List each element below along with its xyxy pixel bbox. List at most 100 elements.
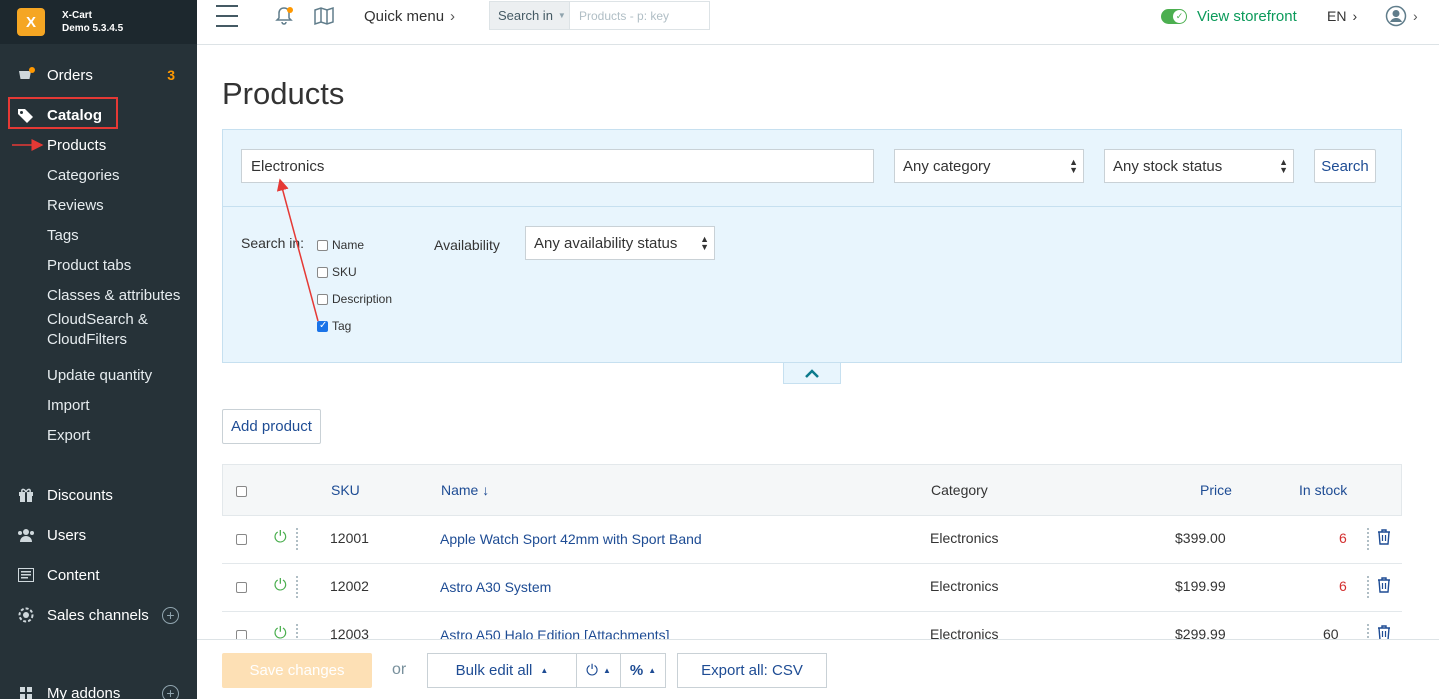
name-checkbox[interactable]	[317, 239, 328, 251]
sidebar-item-update-quantity[interactable]: Update quantity	[0, 360, 197, 390]
collapse-filters-button[interactable]	[783, 363, 841, 384]
users-icon	[16, 525, 36, 545]
bulk-power-button[interactable]: ⏻ ▲	[576, 653, 621, 688]
bottom-action-bar: Save changes or Bulk edit all ▲ ⏻ ▲ % ▲ …	[197, 639, 1439, 699]
row-checkbox[interactable]	[236, 534, 247, 545]
caret-up-icon: ▲	[648, 666, 657, 675]
search-input[interactable]: Products - p: key	[570, 1, 710, 30]
gift-icon	[16, 485, 36, 505]
stock-select-value: Any stock status	[1113, 157, 1223, 175]
search-in-dropdown[interactable]: Search in ▼	[489, 1, 570, 30]
row-actions-dots-icon[interactable]	[1367, 528, 1370, 550]
quick-menu-label: Quick menu	[364, 7, 445, 25]
name-column-header[interactable]: Name ↓	[441, 482, 489, 498]
row-stock[interactable]: 6	[1339, 578, 1347, 594]
checkbox-label: Tag	[332, 319, 352, 333]
sidebar-item-catalog[interactable]: Catalog	[0, 100, 197, 130]
stock-column-header[interactable]: In stock	[1299, 482, 1347, 498]
sidebar-item-products[interactable]: Products	[0, 130, 197, 160]
sidebar-item-product-tabs[interactable]: Product tabs	[0, 250, 197, 280]
toggle-switch[interactable]	[1161, 8, 1187, 24]
sidebar-item-import[interactable]: Import	[0, 390, 197, 420]
sidebar-item-categories[interactable]: Categories	[0, 160, 197, 190]
user-account-menu[interactable]: ›	[1385, 0, 1418, 32]
trash-icon[interactable]	[1377, 577, 1391, 598]
search-in-sku-option[interactable]: SKU	[317, 265, 357, 279]
sidebar-item-discounts[interactable]: Discounts	[0, 480, 197, 510]
language-selector[interactable]: EN ›	[1327, 0, 1357, 32]
sidebar-item-users[interactable]: Users	[0, 520, 197, 550]
row-stock[interactable]: 6	[1339, 530, 1347, 546]
brand-version: Demo 5.3.4.5	[62, 23, 124, 34]
sidebar-item-tags[interactable]: Tags	[0, 220, 197, 250]
power-toggle-icon[interactable]: ⏻	[274, 577, 287, 595]
search-in-name-option[interactable]: Name	[317, 238, 364, 252]
sidebar-item-export[interactable]: Export	[0, 420, 197, 450]
chevron-right-icon: ›	[1352, 8, 1358, 24]
sku-column-header[interactable]: SKU	[331, 482, 360, 498]
table-header: SKU Name ↓ Category Price In stock	[222, 464, 1402, 516]
main-content: Products Electronics Any category ▲ ▼ Any…	[197, 45, 1439, 699]
quick-menu-button[interactable]: Quick menu ›	[364, 0, 455, 32]
caret-up-icon: ▲	[602, 666, 611, 675]
percent-icon: %	[629, 662, 644, 679]
sidebar-item-label: Users	[47, 526, 87, 544]
save-changes-button[interactable]: Save changes	[222, 653, 372, 688]
view-storefront-link[interactable]: View storefront	[1197, 8, 1297, 25]
export-csv-button[interactable]: Export all: CSV	[677, 653, 827, 688]
sku-checkbox[interactable]	[317, 266, 328, 278]
bell-icon[interactable]	[274, 0, 294, 32]
language-label: EN	[1327, 8, 1347, 24]
select-all-checkbox[interactable]	[236, 486, 247, 497]
power-toggle-icon[interactable]: ⏻	[274, 529, 287, 547]
expand-plus-icon[interactable]: +	[162, 606, 179, 624]
category-column-header: Category	[931, 482, 988, 498]
checkbox-label: Description	[332, 292, 393, 306]
sidebar-item-label: Import	[47, 396, 90, 414]
row-price[interactable]: $199.99	[1175, 578, 1226, 594]
row-product-name[interactable]: Astro A30 System	[440, 579, 551, 595]
search-in-description-option[interactable]: Description	[317, 292, 392, 306]
filter-divider	[223, 206, 1401, 207]
brand[interactable]: X X-Cart Demo 5.3.4.5	[0, 0, 197, 44]
hamburger-menu-icon[interactable]	[216, 0, 238, 32]
trash-icon[interactable]	[1377, 529, 1391, 550]
row-price[interactable]: $399.00	[1175, 530, 1226, 546]
storefront-toggle[interactable]: View storefront	[1161, 0, 1297, 32]
sidebar-item-cloudsearch[interactable]: CloudSearch & CloudFilters	[0, 310, 197, 350]
drag-handle-icon[interactable]	[296, 528, 299, 550]
table-row: ⏻ 12001 Apple Watch Sport 42mm with Spor…	[222, 516, 1402, 564]
bulk-discount-button[interactable]: % ▲	[620, 653, 666, 688]
category-select[interactable]: Any category ▲ ▼	[894, 149, 1084, 183]
keyword-search-input[interactable]: Electronics	[241, 149, 874, 183]
search-button[interactable]: Search	[1314, 149, 1376, 183]
expand-plus-icon[interactable]: +	[162, 684, 179, 699]
row-product-name[interactable]: Apple Watch Sport 42mm with Sport Band	[440, 531, 702, 547]
price-column-header[interactable]: Price	[1200, 482, 1232, 498]
drag-handle-icon[interactable]	[296, 576, 299, 598]
store-map-icon[interactable]	[313, 0, 335, 32]
search-in-tag-option[interactable]: Tag	[317, 319, 351, 333]
row-sku: 12001	[330, 530, 369, 546]
availability-select[interactable]: Any availability status ▲ ▼	[525, 226, 715, 260]
sidebar-item-sales-channels[interactable]: Sales channels +	[0, 600, 197, 630]
sidebar-item-content[interactable]: Content	[0, 560, 197, 590]
sidebar-item-orders[interactable]: Orders 3	[0, 60, 197, 90]
sidebar-item-label: Content	[47, 566, 100, 584]
stock-status-select[interactable]: Any stock status ▲ ▼	[1104, 149, 1294, 183]
chevron-up-icon	[805, 368, 819, 378]
bulk-edit-button[interactable]: Bulk edit all ▲	[427, 653, 577, 688]
sidebar-item-my-addons[interactable]: My addons +	[0, 678, 197, 699]
sidebar-item-reviews[interactable]: Reviews	[0, 190, 197, 220]
brand-name: X-Cart	[62, 10, 93, 21]
row-actions-dots-icon[interactable]	[1367, 576, 1370, 598]
row-checkbox[interactable]	[236, 582, 247, 593]
description-checkbox[interactable]	[317, 293, 328, 305]
sidebar-item-label: Products	[47, 136, 107, 154]
sales-channels-icon	[16, 605, 36, 625]
select-arrows-icon: ▲ ▼	[1069, 157, 1078, 175]
tag-checkbox[interactable]	[317, 320, 328, 332]
or-separator: or	[392, 661, 407, 678]
sidebar-item-classes-attributes[interactable]: Classes & attributes	[0, 280, 197, 310]
add-product-button[interactable]: Add product	[222, 409, 321, 444]
